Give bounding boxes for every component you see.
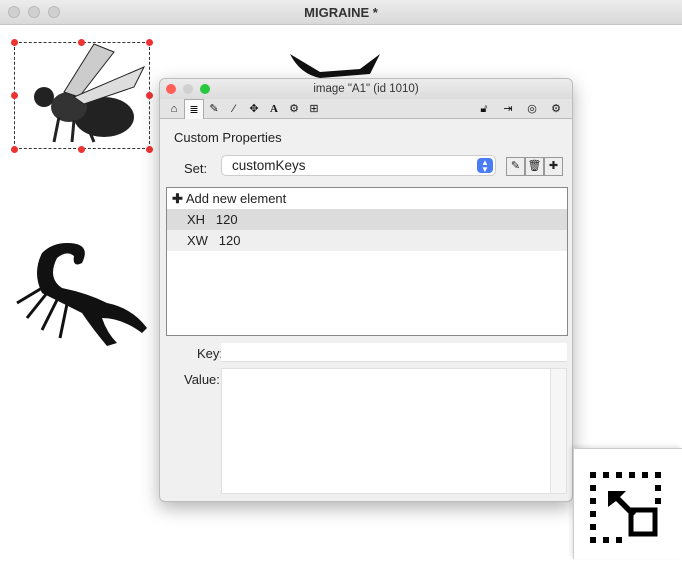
resize-handle[interactable] — [11, 146, 18, 153]
value-field[interactable] — [221, 368, 567, 494]
home-icon[interactable]: ⌂ — [164, 99, 184, 119]
zoom-button[interactable] — [48, 6, 60, 18]
palette-title: image "A1" (id 1010) — [313, 83, 419, 95]
main-window-titlebar: MIGRAINE * — [0, 0, 682, 25]
resize-handle[interactable] — [78, 146, 85, 153]
add-element-label: Add new element — [185, 191, 287, 206]
delete-set-button[interactable]: 🗑︎ — [525, 157, 544, 176]
lock-open-icon[interactable]: 🔓︎ — [474, 99, 494, 119]
value-label: Value: — [184, 372, 220, 387]
palette-close-button[interactable] — [166, 84, 176, 94]
palette-minimize-button[interactable] — [183, 84, 193, 94]
resize-handle[interactable] — [78, 39, 85, 46]
add-set-button[interactable]: ✚ — [544, 157, 563, 176]
resize-handle[interactable] — [146, 39, 153, 46]
value-scrollbar[interactable] — [550, 369, 566, 493]
wand-icon[interactable]: ⁄ — [224, 99, 244, 119]
close-button[interactable] — [8, 6, 20, 18]
palette-toolbar: ⌂ ≣ ✎ ⁄ ✥ A ⚙ ⊞ 🔓︎ ⇥ ◎ ⚙ — [160, 99, 572, 119]
properties-list[interactable]: ✚ Add new element XH 120 XW 120 — [166, 187, 568, 336]
property-value: 120 — [218, 233, 241, 248]
set-select[interactable]: customKeys ▲ ▼ — [221, 155, 496, 176]
property-key: XH — [187, 212, 206, 227]
text-icon[interactable]: A — [264, 99, 284, 119]
move-icon[interactable]: ✥ — [244, 99, 264, 119]
list-item[interactable]: XW 120 — [167, 230, 567, 251]
inspector-palette: image "A1" (id 1010) ⌂ ≣ ✎ ⁄ ✥ A ⚙ ⊞ 🔓︎ … — [159, 78, 573, 502]
section-heading: Custom Properties — [174, 130, 282, 145]
gear-icon[interactable]: ⚙ — [546, 99, 566, 119]
minimize-button[interactable] — [28, 6, 40, 18]
chevron-updown-icon: ▲ ▼ — [477, 158, 493, 174]
edit-set-button[interactable]: ✎ — [506, 157, 525, 176]
scorpion-image[interactable] — [12, 238, 152, 350]
resize-handle[interactable] — [11, 92, 18, 99]
gears-icon[interactable]: ⚙ — [284, 99, 304, 119]
table-icon[interactable]: ⊞ — [304, 99, 324, 119]
resize-handle[interactable] — [146, 146, 153, 153]
selection-box — [14, 42, 150, 149]
set-select-value: customKeys — [232, 158, 306, 173]
window-controls — [8, 6, 60, 18]
key-label: Key: — [197, 346, 224, 361]
add-element-row[interactable]: ✚ Add new element — [167, 188, 567, 209]
resize-handle[interactable] — [146, 92, 153, 99]
property-value: 120 — [215, 212, 238, 227]
set-label: Set: — [184, 161, 208, 176]
resize-handle[interactable] — [11, 39, 18, 46]
resize-selection-icon — [590, 472, 661, 543]
property-key: XW — [187, 233, 208, 248]
resize-tool-tile[interactable] — [573, 448, 682, 559]
palette-zoom-button[interactable] — [200, 84, 210, 94]
plus-icon: ✚ — [172, 191, 183, 206]
palette-titlebar[interactable]: image "A1" (id 1010) — [160, 79, 572, 99]
list-item[interactable]: XH 120 — [167, 209, 567, 230]
window-title: MIGRAINE * — [304, 5, 378, 20]
pencil-icon[interactable]: ✎ — [204, 99, 224, 119]
exit-icon[interactable]: ⇥ — [498, 99, 518, 119]
database-icon[interactable]: ≣ — [184, 99, 204, 119]
target-icon[interactable]: ◎ — [522, 99, 542, 119]
key-field[interactable] — [221, 343, 567, 362]
